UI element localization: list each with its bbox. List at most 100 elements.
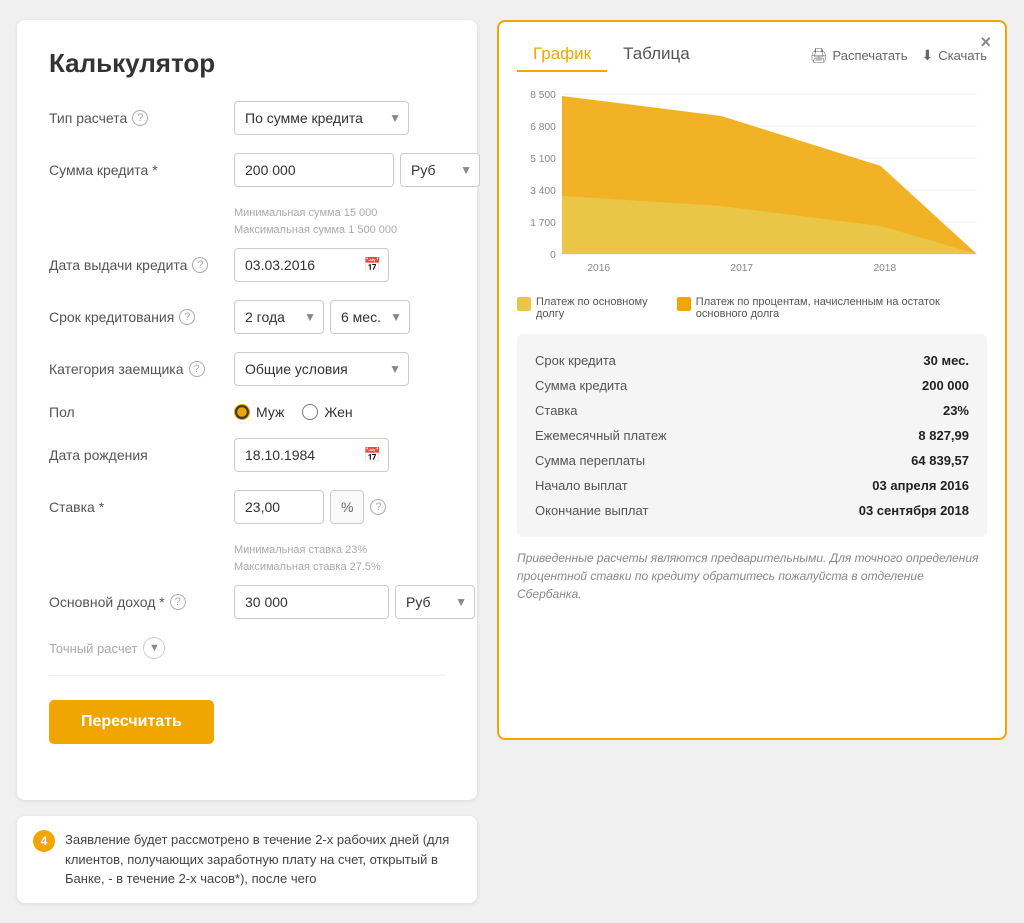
svg-text:2017: 2017 — [730, 263, 753, 274]
chart-svg: 8 500 6 800 5 100 3 400 1 700 0 2016 — [517, 86, 987, 286]
legend-color-interest — [677, 297, 691, 311]
income-label: Основной доход * ? — [49, 594, 234, 610]
loan-currency-select[interactable]: Руб USD — [400, 153, 480, 187]
gender-female-label[interactable]: Жен — [302, 404, 352, 420]
issue-date-input[interactable] — [234, 248, 389, 282]
rate-percent-badge: % — [330, 490, 364, 524]
exact-calc-label: Точный расчет — [49, 641, 137, 656]
loan-currency-select-wrapper: Руб USD ▼ — [400, 153, 480, 187]
rate-help-icon[interactable]: ? — [370, 499, 386, 515]
term-months-select[interactable]: 0 мес. 3 мес. 6 мес. — [330, 300, 410, 334]
divider — [49, 675, 445, 676]
borrower-category-help-icon[interactable]: ? — [189, 361, 205, 377]
calc-type-controls: По сумме кредита По ежемесячному платежу… — [234, 101, 445, 135]
tabs-row: График Таблица 🖨 Распечатать ⬇ Скачать — [517, 38, 987, 72]
step4-text: Заявление будет рассмотрено в течение 2-… — [65, 830, 461, 889]
summary-row-1: Сумма кредита 200 000 — [535, 373, 969, 398]
issue-date-row: Дата выдачи кредита ? 📅 — [49, 248, 445, 282]
svg-text:0: 0 — [550, 250, 556, 261]
download-icon: ⬇ — [922, 47, 934, 64]
issue-date-label: Дата выдачи кредита ? — [49, 257, 234, 273]
gender-row: Пол Муж Жен — [49, 404, 445, 420]
step4-badge: 4 — [33, 830, 55, 852]
income-currency-select[interactable]: Руб — [395, 585, 475, 619]
recalc-button[interactable]: Пересчитать — [49, 700, 214, 744]
borrower-category-label: Категория заемщика ? — [49, 361, 234, 377]
borrower-category-select-wrapper: Общие условия Зарплатный клиент ▼ — [234, 352, 409, 386]
svg-text:2018: 2018 — [873, 263, 896, 274]
term-controls: 1 год 2 года 3 года ▼ 0 мес. 3 мес. 6 ме… — [234, 300, 445, 334]
legend-item-principal: Платеж по основному долгу — [517, 296, 661, 320]
term-years-select[interactable]: 1 год 2 года 3 года — [234, 300, 324, 334]
tab-table[interactable]: Таблица — [607, 38, 706, 72]
term-months-wrapper: 0 мес. 3 мес. 6 мес. ▼ — [330, 300, 410, 334]
legend-row: Платеж по основному долгу Платеж по проц… — [517, 296, 987, 320]
chart-panel: × График Таблица 🖨 Распечатать ⬇ Скачать — [497, 20, 1007, 740]
calc-type-select-wrapper: По сумме кредита По ежемесячному платежу… — [234, 101, 409, 135]
summary-box: Срок кредита 30 мес. Сумма кредита 200 0… — [517, 334, 987, 537]
birth-date-label: Дата рождения — [49, 447, 234, 463]
income-help-icon[interactable]: ? — [170, 594, 186, 610]
close-button[interactable]: × — [980, 32, 991, 53]
legend-color-principal — [517, 297, 531, 311]
issue-date-help-icon[interactable]: ? — [192, 257, 208, 273]
summary-row-4: Сумма переплаты 64 839,57 — [535, 448, 969, 473]
gender-controls: Муж Жен — [234, 404, 445, 420]
svg-text:3 400: 3 400 — [530, 186, 556, 197]
term-label: Срок кредитования ? — [49, 309, 234, 325]
gender-male-radio[interactable] — [234, 404, 250, 420]
calc-type-help-icon[interactable]: ? — [132, 110, 148, 126]
print-icon: 🖨 — [810, 47, 828, 64]
income-row: Основной доход * ? Руб ▼ — [49, 585, 445, 619]
legend-item-interest: Платеж по процентам, начисленным на оста… — [677, 296, 987, 320]
svg-text:5 100: 5 100 — [530, 154, 556, 165]
income-controls: Руб ▼ — [234, 585, 475, 619]
gender-male-label[interactable]: Муж — [234, 404, 284, 420]
exact-calc-toggle[interactable]: ▼ — [143, 637, 165, 659]
loan-amount-controls: Руб USD ▼ — [234, 153, 480, 187]
summary-row-0: Срок кредита 30 мес. — [535, 348, 969, 373]
borrower-category-select[interactable]: Общие условия Зарплатный клиент — [234, 352, 409, 386]
income-currency-wrapper: Руб ▼ — [395, 585, 475, 619]
rate-hints: Минимальная ставка 23% Максимальная став… — [234, 542, 445, 575]
gender-female-radio[interactable] — [302, 404, 318, 420]
rate-row: Ставка * % ? — [49, 490, 445, 524]
calculator-panel: Калькулятор Тип расчета ? По сумме креди… — [17, 20, 477, 800]
loan-amount-label: Сумма кредита * — [49, 162, 234, 178]
summary-row-2: Ставка 23% — [535, 398, 969, 423]
birth-date-input[interactable] — [234, 438, 389, 472]
summary-row-5: Начало выплат 03 апреля 2016 — [535, 473, 969, 498]
gender-label: Пол — [49, 404, 234, 420]
calc-type-select[interactable]: По сумме кредита По ежемесячному платежу — [234, 101, 409, 135]
loan-amount-hints: Минимальная сумма 15 000 Максимальная су… — [234, 205, 445, 238]
print-action[interactable]: 🖨 Распечатать — [810, 47, 908, 64]
chart-area: 8 500 6 800 5 100 3 400 1 700 0 2016 — [517, 86, 987, 286]
download-action[interactable]: ⬇ Скачать — [922, 47, 987, 64]
borrower-category-controls: Общие условия Зарплатный клиент ▼ — [234, 352, 445, 386]
term-years-wrapper: 1 год 2 года 3 года ▼ — [234, 300, 324, 334]
rate-controls: % ? — [234, 490, 445, 524]
rate-input[interactable] — [234, 490, 324, 524]
calculator-title: Калькулятор — [49, 48, 445, 79]
loan-amount-input[interactable] — [234, 153, 394, 187]
svg-text:6 800: 6 800 — [530, 122, 556, 133]
birth-date-wrapper: 📅 — [234, 438, 389, 472]
term-help-icon[interactable]: ? — [179, 309, 195, 325]
issue-date-wrapper: 📅 — [234, 248, 389, 282]
svg-text:1 700: 1 700 — [530, 218, 556, 229]
tab-chart[interactable]: График — [517, 38, 607, 72]
tab-actions: 🖨 Распечатать ⬇ Скачать — [810, 47, 987, 64]
rate-label: Ставка * — [49, 499, 234, 515]
income-input[interactable] — [234, 585, 389, 619]
svg-text:2016: 2016 — [587, 263, 610, 274]
exact-calc-row: Точный расчет ▼ — [49, 637, 445, 659]
disclaimer: Приведенные расчеты являются предварител… — [517, 549, 987, 603]
step4-content: 4 Заявление будет рассмотрено в течение … — [17, 816, 477, 903]
svg-text:8 500: 8 500 — [530, 90, 556, 101]
summary-row-3: Ежемесячный платеж 8 827,99 — [535, 423, 969, 448]
calc-type-label: Тип расчета ? — [49, 110, 234, 126]
issue-date-controls: 📅 — [234, 248, 445, 282]
term-row: Срок кредитования ? 1 год 2 года 3 года … — [49, 300, 445, 334]
birth-date-controls: 📅 — [234, 438, 445, 472]
loan-amount-row: Сумма кредита * Руб USD ▼ — [49, 153, 445, 187]
